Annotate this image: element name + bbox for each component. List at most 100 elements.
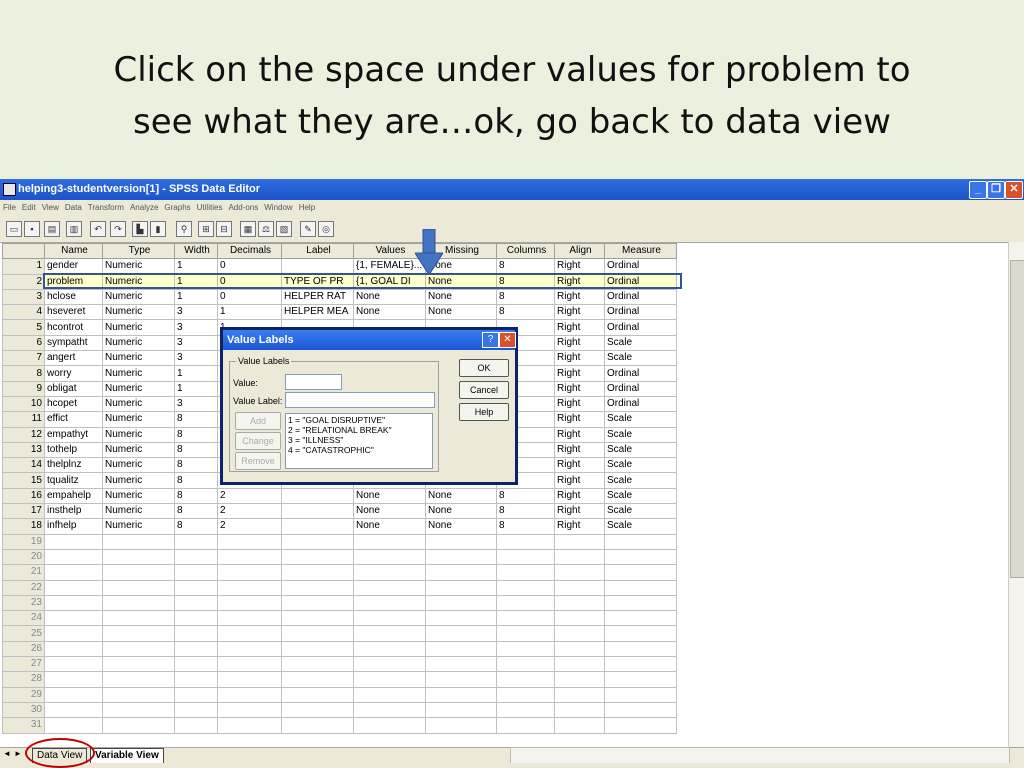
cell-label[interactable]: [281, 610, 354, 627]
cell-label[interactable]: [281, 701, 354, 719]
cell-width[interactable]: 8: [174, 472, 218, 489]
open-icon[interactable]: ▭: [6, 221, 22, 237]
cell-missing[interactable]: None: [425, 503, 497, 520]
row-number[interactable]: 8: [2, 365, 45, 382]
cell-missing[interactable]: [425, 701, 497, 719]
cell-width[interactable]: [174, 594, 218, 612]
horizontal-scrollbar[interactable]: [510, 747, 1010, 764]
cell-label[interactable]: HELPER RAT: [281, 288, 354, 306]
column-header-measure[interactable]: Measure: [604, 242, 677, 260]
list-item[interactable]: 3 = "ILLNESS": [288, 435, 430, 445]
cell-values[interactable]: [353, 671, 426, 688]
cell-align[interactable]: Right: [554, 334, 605, 352]
cell-type[interactable]: [102, 610, 175, 627]
cell-missing[interactable]: None: [425, 288, 497, 306]
cell-type[interactable]: Numeric: [102, 472, 175, 489]
cell-missing[interactable]: [425, 533, 497, 550]
cell-label[interactable]: [281, 564, 354, 581]
cancel-button[interactable]: Cancel: [459, 381, 509, 399]
cell-name[interactable]: angert: [44, 350, 103, 367]
cell-name[interactable]: tqualitz: [44, 472, 103, 489]
cell-label[interactable]: [281, 503, 354, 520]
row-number[interactable]: 25: [2, 625, 45, 642]
cell-values[interactable]: [353, 610, 426, 627]
cell-columns[interactable]: 8: [496, 258, 555, 275]
cell-columns[interactable]: [496, 701, 555, 719]
cell-measure[interactable]: Ordinal: [604, 395, 677, 413]
row-number[interactable]: 3: [2, 288, 45, 306]
tab-next-icon[interactable]: ►: [14, 749, 22, 758]
cell-missing[interactable]: [425, 564, 497, 581]
cell-measure[interactable]: Scale: [604, 350, 677, 367]
list-item[interactable]: 1 = "GOAL DISRUPTIVE": [288, 415, 430, 425]
cell-align[interactable]: Right: [554, 518, 605, 535]
cell-name[interactable]: [44, 717, 103, 734]
cell-decimals[interactable]: [217, 686, 282, 703]
cell-type[interactable]: [102, 548, 175, 566]
cell-measure[interactable]: Ordinal: [604, 304, 677, 321]
cell-label[interactable]: [281, 258, 354, 275]
cell-columns[interactable]: [496, 656, 555, 673]
select-cases-icon[interactable]: ▧: [276, 221, 292, 237]
column-header-width[interactable]: Width: [174, 242, 218, 260]
cell-name[interactable]: [44, 686, 103, 703]
cell-missing[interactable]: [425, 610, 497, 627]
row-number[interactable]: 9: [2, 380, 45, 397]
cell-measure[interactable]: Ordinal: [604, 380, 677, 397]
cell-align[interactable]: Right: [554, 380, 605, 397]
cell-columns[interactable]: 8: [496, 518, 555, 535]
cell-measure[interactable]: [604, 701, 677, 719]
cell-type[interactable]: [102, 686, 175, 703]
cell-width[interactable]: 8: [174, 441, 218, 459]
cell-type[interactable]: Numeric: [102, 426, 175, 443]
cell-columns[interactable]: 8: [496, 487, 555, 505]
cell-width[interactable]: 8: [174, 518, 218, 535]
cell-type[interactable]: Numeric: [102, 487, 175, 505]
row-number[interactable]: 21: [2, 564, 45, 581]
cell-decimals[interactable]: [217, 656, 282, 673]
cell-columns[interactable]: 8: [496, 288, 555, 306]
cell-name[interactable]: worry: [44, 365, 103, 382]
cell-measure[interactable]: Ordinal: [604, 365, 677, 382]
row-number[interactable]: 30: [2, 701, 45, 719]
cell-width[interactable]: 1: [174, 288, 218, 306]
cell-missing[interactable]: None: [425, 304, 497, 321]
cell-type[interactable]: [102, 533, 175, 550]
cell-align[interactable]: [554, 656, 605, 673]
cell-type[interactable]: [102, 564, 175, 581]
row-number[interactable]: 19: [2, 533, 45, 550]
value-label-input[interactable]: [285, 392, 435, 408]
cell-label[interactable]: [281, 518, 354, 535]
cell-measure[interactable]: [604, 533, 677, 550]
cell-align[interactable]: [554, 594, 605, 612]
cell-label[interactable]: [281, 656, 354, 673]
column-header-label[interactable]: Label: [281, 242, 354, 260]
cell-values[interactable]: [353, 717, 426, 734]
cell-width[interactable]: 8: [174, 457, 218, 474]
cell-values[interactable]: [353, 564, 426, 581]
row-number[interactable]: 16: [2, 487, 45, 505]
cell-name[interactable]: [44, 640, 103, 658]
use-sets-icon[interactable]: ◎: [318, 221, 334, 237]
cell-align[interactable]: Right: [554, 503, 605, 520]
cell-type[interactable]: [102, 671, 175, 688]
menu-edit[interactable]: Edit: [19, 200, 39, 212]
print-icon[interactable]: ▤: [44, 221, 60, 237]
row-number[interactable]: 15: [2, 472, 45, 489]
cell-name[interactable]: hclose: [44, 288, 103, 306]
goto-chart-icon[interactable]: ▙: [132, 221, 148, 237]
scrollbar-thumb[interactable]: [1010, 260, 1024, 578]
cell-values[interactable]: [353, 548, 426, 566]
cell-measure[interactable]: Scale: [604, 457, 677, 474]
tab-prev-icon[interactable]: ◄: [3, 749, 11, 758]
cell-name[interactable]: [44, 671, 103, 688]
insert-variable-icon[interactable]: ⊟: [216, 221, 232, 237]
cell-type[interactable]: Numeric: [102, 334, 175, 352]
cell-width[interactable]: 8: [174, 487, 218, 505]
cell-label[interactable]: [281, 625, 354, 642]
remove-button[interactable]: Remove: [235, 452, 281, 470]
cell-values[interactable]: None: [353, 487, 426, 505]
cell-decimals[interactable]: [217, 548, 282, 566]
cell-type[interactable]: [102, 594, 175, 612]
cell-width[interactable]: 3: [174, 350, 218, 367]
